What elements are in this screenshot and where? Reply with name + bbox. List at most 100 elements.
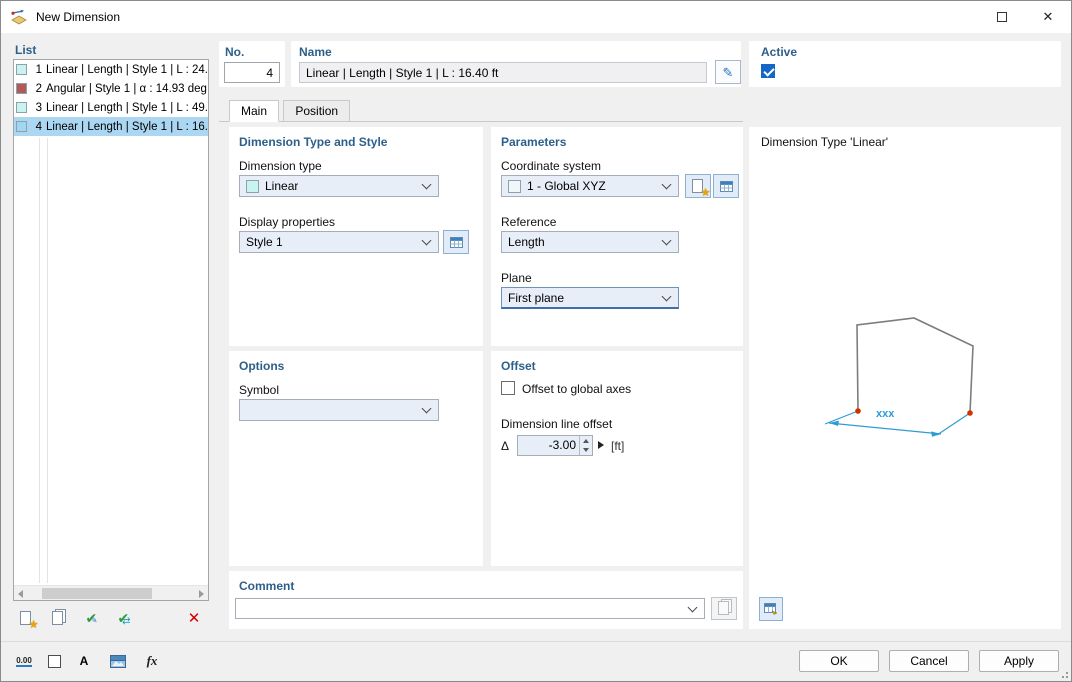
preview-display-properties-button[interactable] <box>759 597 783 621</box>
color-swatch <box>16 83 27 94</box>
transfer-arrows-icon: ⇄ <box>122 617 130 626</box>
dimension-type-swatch <box>246 180 259 193</box>
symbol-select[interactable] <box>239 399 439 421</box>
chevron-down-icon <box>662 236 672 246</box>
offset-value: -3.00 <box>549 436 576 455</box>
new-coordinate-system-button[interactable]: ★ <box>685 174 711 198</box>
maximize-button[interactable] <box>979 1 1025 32</box>
window-controls: ✕ <box>979 1 1071 33</box>
scrollbar-thumb[interactable] <box>42 588 152 599</box>
reference-value: Length <box>508 235 545 249</box>
app-icon <box>10 8 28 26</box>
spin-up-button[interactable] <box>580 436 592 446</box>
no-field[interactable]: 4 <box>224 62 280 83</box>
photo-icon <box>110 655 126 668</box>
letter-a-icon: A <box>80 654 89 668</box>
dimension-line-offset-spinner[interactable]: -3.00 <box>517 435 593 456</box>
visualization-button[interactable] <box>105 648 131 674</box>
display-properties-select[interactable]: Style 1 <box>239 231 439 253</box>
list-item-selected[interactable]: 4 Linear | Length | Style 1 | L : 16.4 <box>14 117 208 136</box>
table-edit-icon <box>450 237 463 248</box>
spin-down-icon <box>583 448 589 452</box>
titlebar[interactable]: New Dimension ✕ <box>1 1 1071 33</box>
decimal-places-icon: 0.00 <box>16 656 32 667</box>
check-transfer-icon: ✔ ⇄ <box>118 611 131 626</box>
fx-icon: fx <box>147 653 158 669</box>
list-item[interactable]: 3 Linear | Length | Style 1 | L : 49.2 <box>14 98 208 117</box>
comment-copy-button[interactable] <box>711 597 737 620</box>
formula-button[interactable]: fx <box>139 648 165 674</box>
spin-down-button[interactable] <box>580 446 592 456</box>
list-column-divider <box>47 138 48 583</box>
apply-button[interactable]: Apply <box>979 650 1059 672</box>
edit-pencil-icon: ✎ <box>723 66 734 79</box>
reference-select[interactable]: Length <box>501 231 679 253</box>
chevron-down-icon <box>422 404 432 414</box>
comment-input[interactable] <box>235 598 705 619</box>
apply-all-button[interactable]: ✔ ⇄ <box>111 605 137 631</box>
offset-global-axes-checkbox[interactable] <box>501 381 515 395</box>
chevron-down-icon <box>662 291 672 301</box>
options-group: Options Symbol <box>229 351 483 566</box>
tabstrip: Main Position <box>219 99 743 122</box>
horizontal-scrollbar[interactable] <box>14 585 208 600</box>
offset-global-axes-label: Offset to global axes <box>522 382 631 396</box>
list-item-label: Linear | Length | Style 1 | L : 16.4 <box>46 121 208 133</box>
active-checkbox[interactable] <box>761 64 775 78</box>
coordinate-system-value: 1 - Global XYZ <box>527 179 606 193</box>
display-properties-value: Style 1 <box>246 235 283 249</box>
type-style-group: Dimension Type and Style Dimension type … <box>229 127 483 346</box>
close-button[interactable]: ✕ <box>1025 1 1071 32</box>
dimension-value-label: xxx <box>876 408 895 420</box>
chevron-down-icon <box>422 180 432 190</box>
color-swatch <box>16 102 27 113</box>
scroll-left-icon[interactable] <box>18 590 23 598</box>
apply-changes-button[interactable]: ✔ ✎ <box>79 605 105 631</box>
coordinate-system-select[interactable]: 1 - Global XYZ <box>501 175 679 197</box>
tab-main[interactable]: Main <box>229 100 279 122</box>
tab-position[interactable]: Position <box>283 100 350 122</box>
edit-display-properties-button[interactable] <box>443 230 469 254</box>
list-item[interactable]: 1 Linear | Length | Style 1 | L : 24.7 <box>14 60 208 79</box>
maximize-icon <box>997 12 1007 22</box>
name-label: Name <box>299 45 332 59</box>
coordinate-system-swatch <box>508 180 521 193</box>
parameters-group: Parameters Coordinate system 1 - Global … <box>491 127 743 346</box>
spinner-buttons <box>579 436 592 455</box>
pencil-icon: ✎ <box>90 616 98 625</box>
value-picker-arrow-icon[interactable] <box>598 441 604 449</box>
dimension-list[interactable]: 1 Linear | Length | Style 1 | L : 24.7 2… <box>13 59 209 601</box>
table-edit-icon <box>720 181 733 192</box>
reference-label: Reference <box>501 215 556 229</box>
plane-label: Plane <box>501 271 532 285</box>
delete-dimension-button[interactable]: ✕ <box>181 605 207 631</box>
no-card: No. 4 <box>219 41 285 87</box>
color-swatch <box>16 121 27 132</box>
plane-select[interactable]: First plane <box>501 287 679 309</box>
active-card: Active <box>749 41 1061 87</box>
copy-dimension-button[interactable] <box>45 605 71 631</box>
dimension-line-offset-label: Dimension line offset <box>501 417 612 431</box>
list-item-label: Angular | Style 1 | α : 14.93 deg <box>46 83 207 95</box>
dimension-type-select[interactable]: Linear <box>239 175 439 197</box>
units-settings-button[interactable]: 0.00 <box>11 648 37 674</box>
color-swatch <box>16 64 27 75</box>
name-field[interactable]: Linear | Length | Style 1 | L : 16.40 ft <box>299 62 707 83</box>
scroll-right-icon[interactable] <box>199 590 204 598</box>
preview-panel: Dimension Type 'Linear' xxx <box>749 127 1061 629</box>
cancel-button[interactable]: Cancel <box>889 650 969 672</box>
list-item-number: 4 <box>30 121 42 133</box>
edit-name-button[interactable]: ✎ <box>715 60 741 84</box>
annotation-settings-button[interactable]: A <box>71 648 97 674</box>
name-card: Name Linear | Length | Style 1 | L : 16.… <box>291 41 741 87</box>
new-dimension-button[interactable]: ★ <box>13 605 39 631</box>
list-item-number: 2 <box>30 83 42 95</box>
list-item[interactable]: 2 Angular | Style 1 | α : 14.93 deg <box>14 79 208 98</box>
resize-grip[interactable] <box>1058 668 1068 678</box>
check-edit-icon: ✔ ✎ <box>86 611 99 626</box>
comment-label: Comment <box>239 579 294 593</box>
ok-button[interactable]: OK <box>799 650 879 672</box>
list-label: List <box>15 43 36 57</box>
display-box-button[interactable] <box>41 648 67 674</box>
edit-coordinate-system-button[interactable] <box>713 174 739 198</box>
